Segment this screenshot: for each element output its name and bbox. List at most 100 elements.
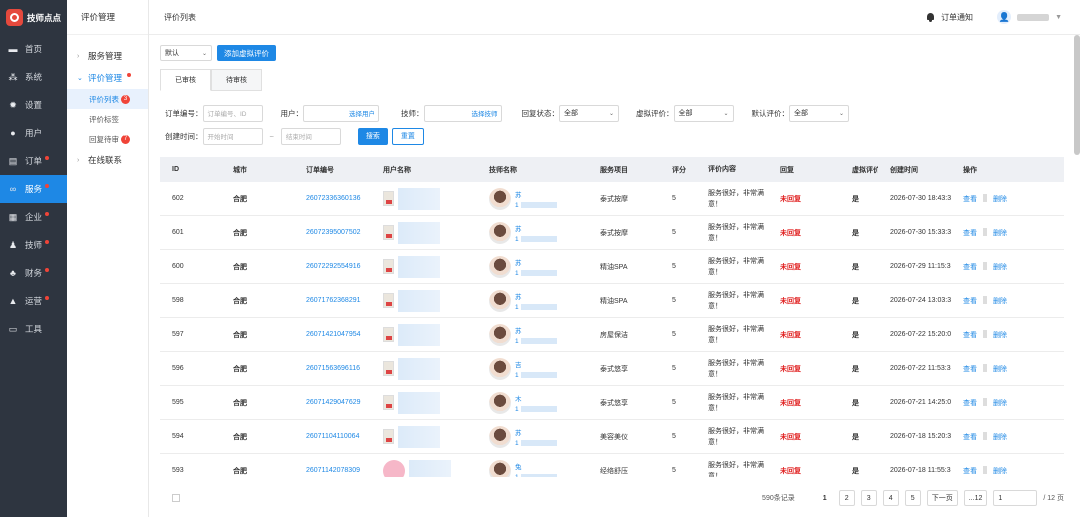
cell-id: 593 [172,467,184,474]
user-name-redacted [398,323,440,346]
page-jump-input[interactable]: 1 [993,490,1038,506]
default-review-select[interactable]: 全部 ⌄ [789,104,849,122]
reset-button[interactable]: 重置 [391,127,424,145]
nav-item-building[interactable]: ▦ 企业 [0,203,67,231]
order-filter-input[interactable]: 订单编号、ID [202,104,263,122]
cell-order-link[interactable]: 26071142078309 [294,467,371,474]
view-link[interactable]: 查看 [963,364,981,374]
bell-icon[interactable] [926,12,935,22]
user-avatar [383,429,394,444]
select-tech-link[interactable]: 选择技师 [472,108,498,118]
view-link[interactable]: 查看 [963,194,981,204]
scrollbar[interactable] [1074,35,1080,155]
cell-order-link[interactable]: 26071563696116 [294,365,371,372]
nav-item-user[interactable]: ● 用户 [0,119,67,147]
jump-pages-button[interactable]: ... 12 [963,490,988,506]
page-button[interactable]: 4 [882,490,899,506]
end-time-input[interactable]: 结束时间 [280,127,341,145]
select-user-link[interactable]: 选择用户 [349,108,375,118]
tech-filter-input[interactable]: 选择技师 [423,104,502,122]
subnav-item-review-list[interactable]: 评价列表 3 [67,89,148,109]
page-button[interactable]: 5 [904,490,921,506]
delete-link[interactable]: 删除 [993,466,1011,476]
reply-status-select[interactable]: 全部 ⌄ [559,104,619,122]
delete-link[interactable]: 删除 [993,296,1011,306]
view-link[interactable]: 查看 [963,330,981,340]
nav-item-finance[interactable]: ♣ 财务 [0,259,67,287]
search-button[interactable]: 搜索 [357,127,388,145]
cell-order-link[interactable]: 26072336360136 [294,195,371,202]
nav-item-chart[interactable]: ▲ 运营 [0,287,67,315]
delete-link[interactable]: 删除 [993,364,1011,374]
subnav-item-reply-pending[interactable]: 回复待审 7 [67,129,148,149]
delete-link[interactable]: 删除 [993,330,1011,340]
select-all-checkbox[interactable] [172,494,180,502]
nav-item-gear[interactable]: ✹ 设置 [0,91,67,119]
subnav-group-service[interactable]: › 服务管理 [67,45,148,67]
cell-tech[interactable]: 苏1 [477,187,588,210]
nav-item-person[interactable]: ♟ 技师 [0,231,67,259]
cell-order-link[interactable]: 26071762368291 [294,297,371,304]
cell-city: 合肥 [233,297,247,305]
cell-tech[interactable]: 兔1 [477,459,588,478]
delete-link[interactable]: 删除 [993,228,1011,238]
cell-tech[interactable]: 苏1 [477,255,588,278]
tech-initial: 苏 [515,327,522,335]
cell-tech[interactable]: 苏1 [477,289,588,312]
nav-item-clipboard[interactable]: ▤ 订单 [0,147,67,175]
page-button[interactable]: 3 [860,490,877,506]
subnav-group-label: 在线联系 [88,155,123,165]
virtual-review-select[interactable]: 全部 ⌄ [673,104,734,122]
tab-reviewed[interactable]: 已审核 [160,69,211,91]
cell-order-link[interactable]: 26071104110064 [294,433,371,440]
tech-phone-prefix: 1 [515,235,519,243]
subnav-item-review-tags[interactable]: 评价标签 [67,109,148,129]
view-link[interactable]: 查看 [963,262,981,272]
cell-score: 5 [672,433,676,440]
view-link[interactable]: 查看 [963,398,981,408]
page-button[interactable]: 2 [838,490,855,506]
tech-phone-prefix: 1 [515,473,519,478]
tab-pending[interactable]: 待审核 [211,69,262,91]
order-notify-link[interactable]: 订单通知 [941,12,973,23]
delete-link[interactable]: 删除 [993,432,1011,442]
view-link[interactable]: 查看 [963,466,981,476]
cell-order-link[interactable]: 26071421047954 [294,331,371,338]
delete-link[interactable]: 删除 [993,262,1011,272]
view-link[interactable]: 查看 [963,432,981,442]
cell-order-link[interactable]: 26072292554916 [294,263,371,270]
cell-order-link[interactable]: 26071429047629 [294,399,371,406]
subnav-group-review[interactable]: ⌄ 评价管理 [67,67,148,89]
user-avatar [383,191,394,206]
cell-tech[interactable]: 苏1 [477,425,588,448]
tech-avatar [489,323,511,346]
nav-item-sitemap[interactable]: ⁂ 系统 [0,63,67,91]
cell-content: 服务很好，非常满意！ [708,427,764,446]
username-redacted[interactable] [1017,13,1050,21]
nav-item-toolbox[interactable]: ▭ 工具 [0,315,67,343]
sort-select[interactable]: 默认 ⌄ [160,45,212,61]
subnav-group-online[interactable]: › 在线联系 [67,149,148,171]
view-link[interactable]: 查看 [963,228,981,238]
chevron-down-icon[interactable]: ▼ [1055,14,1062,21]
cell-tech[interactable]: 苏1 [477,221,588,244]
delete-link[interactable]: 删除 [993,398,1011,408]
delete-link[interactable]: 删除 [993,194,1011,204]
cell-order-link[interactable]: 26072395007502 [294,229,371,236]
next-page-button[interactable]: 下一页 [926,490,958,506]
start-time-input[interactable]: 开始时间 [202,127,263,145]
cell-tech[interactable]: 苏1 [477,323,588,346]
cell-tech[interactable]: 吉1 [477,357,588,380]
user-avatar [383,225,394,240]
cell-reply-status: 未回复 [780,297,801,305]
nav-item-link[interactable]: ∞ 服务 [0,175,67,203]
add-virtual-review-button[interactable]: 添加虚拟评价 [217,45,276,61]
cell-tech[interactable]: 木1 [477,391,588,414]
nav-item-monitor[interactable]: ▬ 首页 [0,35,67,63]
view-link[interactable]: 查看 [963,296,981,306]
cell-virtual: 是 [852,467,859,475]
avatar[interactable]: 👤 [997,10,1012,24]
page-button[interactable]: 1 [816,490,833,506]
app-logo[interactable]: 技师点点 [0,0,67,35]
user-filter-input[interactable]: 选择用户 [303,104,379,122]
